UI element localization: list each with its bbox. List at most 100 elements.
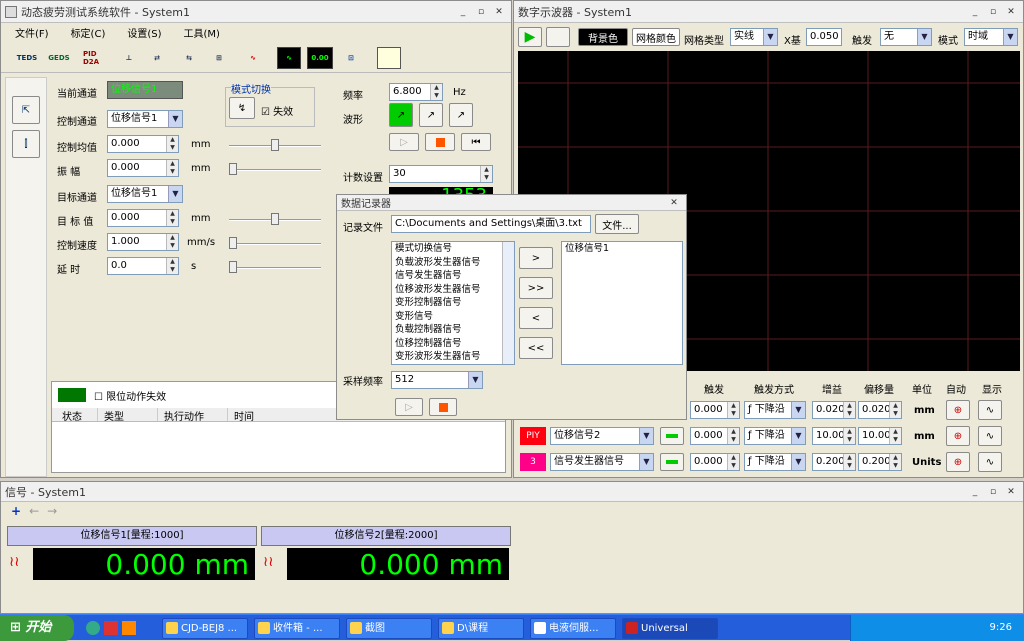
grid-type-select[interactable]: 实线 ▼ <box>730 28 778 46</box>
taskbar-item[interactable]: CJD-BEJ8 ... <box>162 618 248 639</box>
restore-button[interactable]: ▫ <box>985 5 1001 19</box>
delay-slider[interactable] <box>229 261 321 273</box>
spin-icon[interactable]: ▲ ▼ <box>430 84 442 100</box>
network-icon[interactable]: ⊡ <box>339 47 363 69</box>
source-item[interactable]: 信号发生器信号 <box>395 269 502 283</box>
add-icon[interactable]: + <box>11 504 21 520</box>
record-stop-button[interactable] <box>429 398 457 416</box>
spin-icon[interactable]: ▲ ▼ <box>889 428 901 444</box>
minimize-button[interactable]: _ <box>967 485 983 499</box>
play-button[interactable]: ▷ <box>389 133 419 151</box>
menu-settings[interactable]: 设置(S) <box>127 25 161 40</box>
file-button[interactable]: 文件... <box>595 214 639 234</box>
restore-button[interactable]: ▫ <box>985 485 1001 499</box>
amplitude-slider[interactable] <box>229 163 321 175</box>
control-speed-input[interactable]: 1.000 ▲ ▼ <box>107 233 179 251</box>
trigger-select[interactable]: 无 ▼ <box>880 28 932 46</box>
chevron-down-icon[interactable]: ▼ <box>639 454 653 470</box>
digital-display-icon[interactable]: 0.00 <box>307 47 333 69</box>
actuator-icon[interactable]: ⫿ <box>12 130 40 158</box>
scope-icon[interactable]: ∿ <box>277 47 301 69</box>
taskbar-item[interactable]: D\课程 <box>438 618 524 639</box>
control-value-input[interactable]: 0.000 ▲ ▼ <box>107 135 179 153</box>
spin-icon[interactable]: ▲ ▼ <box>889 454 901 470</box>
close-icon[interactable]: ✕ <box>1003 485 1019 499</box>
record-play-button[interactable]: ▷ <box>395 398 423 416</box>
slider-thumb[interactable] <box>271 213 279 225</box>
close-icon[interactable]: ✕ <box>666 196 682 210</box>
show-button[interactable]: ∿ <box>978 400 1002 420</box>
pid-icon[interactable]: PID D2A <box>83 47 107 69</box>
pump-icon[interactable]: ⊞ <box>207 47 231 69</box>
square-wave-button[interactable]: ↗ <box>419 103 443 127</box>
slider-thumb[interactable] <box>229 261 237 273</box>
chevron-down-icon[interactable]: ▼ <box>168 111 182 127</box>
mode-switch-button[interactable]: ↯ <box>229 97 255 119</box>
channel-tag[interactable]: 3 <box>520 453 546 471</box>
spin-icon[interactable]: ▲ ▼ <box>727 454 739 470</box>
channel-color-button[interactable] <box>660 427 684 445</box>
split-icon[interactable] <box>377 47 401 69</box>
start-button[interactable]: ⊞ 开始 <box>0 615 74 641</box>
spin-icon[interactable]: ▲ ▼ <box>480 166 492 182</box>
spin-icon[interactable]: ▲ ▼ <box>843 428 855 444</box>
mode-select[interactable]: 时域 ▼ <box>964 28 1018 46</box>
slider-thumb[interactable] <box>271 139 279 151</box>
chevron-down-icon[interactable]: ▼ <box>639 428 653 444</box>
sine-wave-button[interactable]: ↗ <box>389 103 413 127</box>
selected-item[interactable]: 位移信号1 <box>565 242 682 256</box>
gain-input[interactable]: 10.000 ▲ ▼ <box>812 427 856 445</box>
source-item[interactable]: 负载波形发生器信号 <box>395 256 502 270</box>
back-icon[interactable]: ← <box>29 504 39 520</box>
slider-thumb[interactable] <box>229 237 237 249</box>
spin-icon[interactable]: ▲ ▼ <box>166 234 178 250</box>
add-button[interactable]: > <box>519 247 553 269</box>
close-icon[interactable]: ✕ <box>1003 5 1019 19</box>
menu-calibrate[interactable]: 标定(C) <box>71 25 106 40</box>
slider-thumb[interactable] <box>229 163 237 175</box>
add-all-button[interactable]: >> <box>519 277 553 299</box>
reset-button[interactable]: ⏮ <box>461 133 491 151</box>
forward-icon[interactable]: → <box>47 504 57 520</box>
spin-icon[interactable]: ▲ ▼ <box>843 402 855 418</box>
show-button[interactable]: ∿ <box>978 452 1002 472</box>
channel-tag[interactable]: PIY <box>520 427 546 445</box>
delay-input[interactable]: 0.0 ▲ ▼ <box>107 257 179 275</box>
source-item[interactable]: 变形控制器信号 <box>395 296 502 310</box>
spin-icon[interactable]: ▲ ▼ <box>727 428 739 444</box>
source-item[interactable]: 位移波形发生器信号 <box>395 283 502 297</box>
chevron-down-icon[interactable]: ▼ <box>1003 29 1017 45</box>
x-input[interactable]: 0.050 <box>806 28 842 46</box>
count-input[interactable]: 30 ▲ ▼ <box>389 165 493 183</box>
run-button[interactable]: ▶ <box>518 27 542 47</box>
position-control-icon[interactable]: ⇱ <box>12 96 40 124</box>
target-value-slider[interactable] <box>229 213 321 225</box>
gain-input[interactable]: 0.020 ▲ ▼ <box>812 401 856 419</box>
channel-select[interactable]: 位移信号2 ▼ <box>550 427 654 445</box>
clock[interactable]: 9:26 <box>990 622 1012 633</box>
spin-icon[interactable]: ▲ ▼ <box>843 454 855 470</box>
spin-icon[interactable]: ▲ ▼ <box>889 402 901 418</box>
gain-input[interactable]: 0.200 ▲ ▼ <box>812 453 856 471</box>
app-icon[interactable] <box>122 621 136 635</box>
offset-input[interactable]: 10.000 ▲ ▼ <box>858 427 902 445</box>
trigger-mode-select[interactable]: ƒ 下降沿 ▼ <box>744 401 806 419</box>
trigger-input[interactable]: 0.000 ▲ ▼ <box>690 401 740 419</box>
spin-icon[interactable]: ▲ ▼ <box>166 210 178 226</box>
limit-checkbox[interactable]: ☐ 限位动作失效 <box>94 388 166 403</box>
source-item[interactable]: 模式切换信号 <box>395 242 502 256</box>
restore-button[interactable]: ▫ <box>473 5 489 19</box>
chevron-down-icon[interactable]: ▼ <box>468 372 482 388</box>
show-button[interactable]: ∿ <box>978 426 1002 446</box>
bg-color-button[interactable]: 背景色 <box>578 28 628 46</box>
taskbar-item[interactable]: 电液伺服... <box>530 618 616 639</box>
rate-select[interactable]: 512 ▼ <box>391 371 483 389</box>
spin-icon[interactable]: ▲ ▼ <box>166 258 178 274</box>
minimize-button[interactable]: _ <box>967 5 983 19</box>
ie-icon[interactable] <box>86 621 100 635</box>
chevron-down-icon[interactable]: ▼ <box>791 402 805 418</box>
source-item[interactable]: 负载控制器信号 <box>395 323 502 337</box>
auto-button[interactable]: ⊕ <box>946 426 970 446</box>
freq-input[interactable]: 6.800 ▲ ▼ <box>389 83 443 101</box>
source-item[interactable]: 变形波形发生器信号 <box>395 350 502 364</box>
